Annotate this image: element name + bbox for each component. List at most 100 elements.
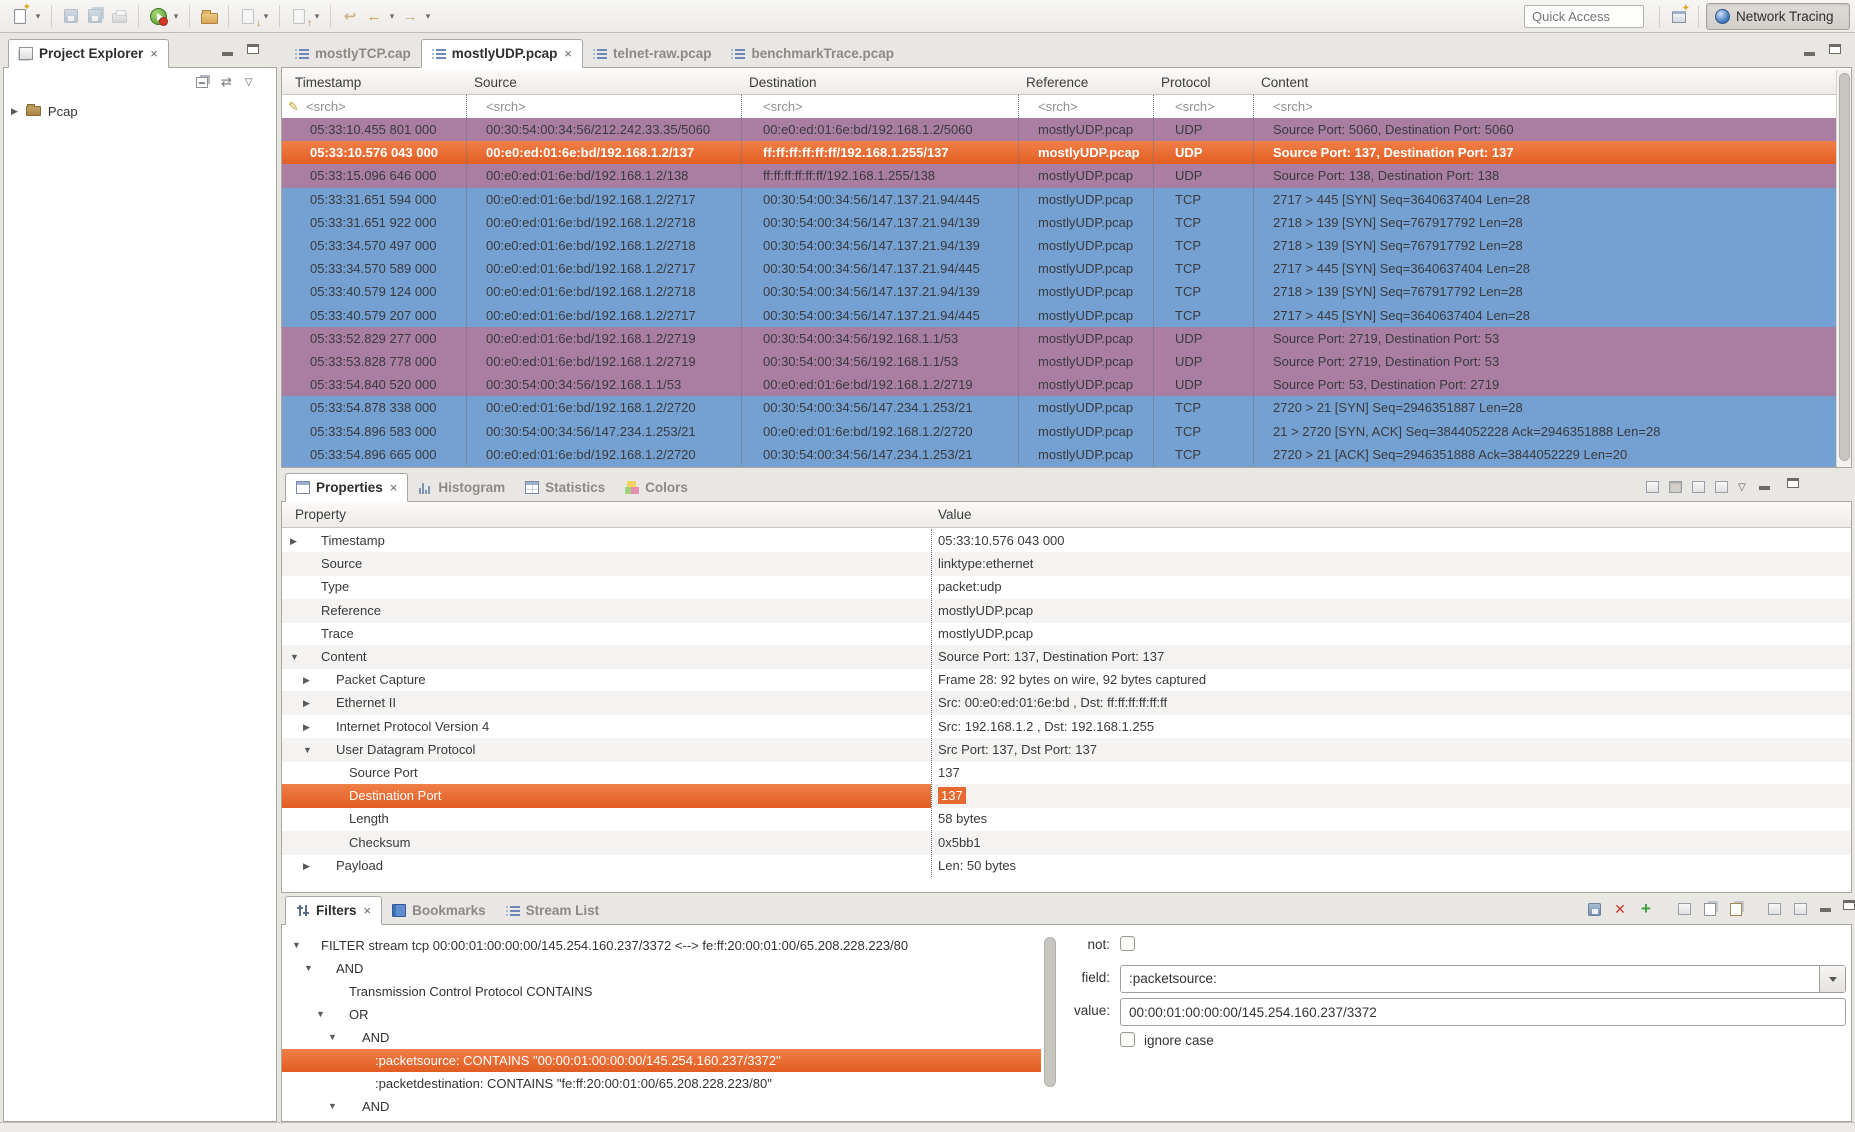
packet-row[interactable]: 05:33:40.579 124 00000:e0:ed:01:6e:bd/19… <box>282 280 1838 304</box>
packet-row[interactable]: 05:33:31.651 594 00000:e0:ed:01:6e:bd/19… <box>282 188 1838 212</box>
quick-access-input[interactable] <box>1524 5 1644 28</box>
packet-row[interactable]: 05:33:54.878 338 00000:e0:ed:01:6e:bd/19… <box>282 396 1838 420</box>
new-properties-view-icon[interactable] <box>1646 481 1659 493</box>
property-row[interactable]: Typepacket:udp <box>282 575 1851 599</box>
filter-input-reference[interactable]: <srch> <box>1038 95 1078 118</box>
packet-row[interactable]: 05:33:10.576 043 00000:e0:ed:01:6e:bd/19… <box>282 141 1838 165</box>
tab-mostlytcp-cap[interactable]: mostlyTCP.cap <box>285 39 421 68</box>
expand-arrow-icon[interactable]: ▶ <box>303 854 310 878</box>
tab-bookmarks[interactable]: Bookmarks <box>382 896 496 925</box>
packet-row[interactable]: 05:33:52.829 277 00000:e0:ed:01:6e:bd/19… <box>282 327 1838 351</box>
view-menu-icon[interactable]: ▽ <box>1738 482 1746 493</box>
print-button[interactable] <box>107 4 131 28</box>
save-filter-button[interactable] <box>1584 899 1604 919</box>
expand-arrow-icon[interactable]: ▼ <box>303 738 312 762</box>
filter-input-timestamp[interactable]: <srch> <box>306 95 346 118</box>
filter-input-source[interactable]: <srch> <box>486 95 526 118</box>
packet-row[interactable]: 05:33:54.840 520 00000:30:54:00:34:56/19… <box>282 373 1838 397</box>
property-row[interactable]: Checksum0x5bb1 <box>282 831 1851 855</box>
minimize-button[interactable] <box>1800 44 1818 62</box>
perspective-network-tracing-button[interactable]: Network Tracing <box>1706 3 1850 30</box>
minimize-button[interactable] <box>1756 478 1774 496</box>
new-wizard-button[interactable]: ✦ <box>8 4 32 28</box>
filter-input-content[interactable]: <srch> <box>1273 95 1313 118</box>
properties-header[interactable]: Property Value <box>282 502 1851 528</box>
paste-filter-button[interactable] <box>1726 899 1746 919</box>
ignore-case-checkbox[interactable] <box>1120 1032 1135 1047</box>
packet-row[interactable]: 05:33:53.828 778 00000:e0:ed:01:6e:bd/19… <box>282 350 1838 374</box>
expand-arrow-icon[interactable]: ▼ <box>316 1003 325 1026</box>
property-row[interactable]: ▶Timestamp05:33:10.576 043 000 <box>282 529 1851 553</box>
filter-tree-row[interactable]: :packetsource: CONTAINS "00:00:01:00:00:… <box>282 1049 1041 1072</box>
field-combo[interactable]: :packetsource: <box>1120 965 1846 993</box>
vertical-scrollbar[interactable] <box>1836 70 1851 467</box>
property-row[interactable]: Source Port137 <box>282 761 1851 785</box>
packet-row[interactable]: 05:33:34.570 589 00000:e0:ed:01:6e:bd/19… <box>282 257 1838 281</box>
column-header-reference[interactable]: Reference <box>1026 70 1088 95</box>
filter-tree-row[interactable]: ▼FILTER stream tcp 00:00:01:00:00:00/145… <box>282 934 1041 957</box>
expand-arrow-icon[interactable]: ▶ <box>303 691 310 715</box>
debug-dropdown[interactable]: ▾ <box>170 11 182 22</box>
minimize-button[interactable] <box>1816 900 1834 918</box>
property-row[interactable]: TracemostlyUDP.pcap <box>282 622 1851 646</box>
maximize-button[interactable] <box>1784 478 1802 496</box>
minimize-button[interactable] <box>218 44 236 62</box>
save-button[interactable] <box>59 4 83 28</box>
packet-row[interactable]: 05:33:10.455 801 00000:30:54:00:34:56/21… <box>282 118 1838 142</box>
import-dropdown[interactable]: ▾ <box>260 11 272 22</box>
delete-filter-button[interactable]: ✕ <box>1610 899 1630 919</box>
expand-arrow-icon[interactable]: ▶ <box>303 715 310 739</box>
expand-arrow-icon[interactable]: ▼ <box>328 1026 337 1049</box>
column-header-protocol[interactable]: Protocol <box>1161 70 1211 95</box>
close-icon[interactable]: × <box>364 903 372 918</box>
packet-table-filter-row[interactable]: ✎<srch><srch><srch><srch><srch><srch> <box>282 95 1838 118</box>
property-row[interactable]: ▼ContentSource Port: 137, Destination Po… <box>282 645 1851 669</box>
tree-item-pcap[interactable]: ▶ Pcap <box>4 100 276 122</box>
dock-view-button[interactable] <box>1790 899 1810 919</box>
filter-tree-row[interactable]: ▼OR <box>282 1003 1041 1026</box>
import-button[interactable]: ↓ <box>236 4 260 28</box>
scrollbar-thumb[interactable] <box>1839 73 1850 461</box>
detach-view-button[interactable] <box>1764 899 1784 919</box>
save-all-button[interactable] <box>83 4 107 28</box>
column-header-content[interactable]: Content <box>1261 70 1308 95</box>
property-row[interactable]: ▶Ethernet IISrc: 00:e0:ed:01:6e:bd , Dst… <box>282 691 1851 715</box>
packet-row[interactable]: 05:33:54.896 583 00000:30:54:00:34:56/14… <box>282 420 1838 444</box>
property-row[interactable]: ▶Internet Protocol Version 4Src: 192.168… <box>282 715 1851 739</box>
packet-table-header[interactable]: TimestampSourceDestinationReferenceProto… <box>282 70 1838 95</box>
tab-telnet-raw-pcap[interactable]: telnet-raw.pcap <box>583 39 722 68</box>
tab-histogram[interactable]: Histogram <box>408 473 515 502</box>
filter-tree-scrollbar[interactable] <box>1043 933 1059 1116</box>
tab-stream-list[interactable]: Stream List <box>496 896 610 925</box>
packet-row[interactable]: 05:33:34.570 497 00000:e0:ed:01:6e:bd/19… <box>282 234 1838 258</box>
property-row[interactable]: ▶PayloadLen: 50 bytes <box>282 854 1851 878</box>
filter-tree-row[interactable]: :packetdestination: CONTAINS "fe:ff:20:0… <box>282 1072 1041 1095</box>
expand-arrow-icon[interactable]: ▶ <box>11 107 18 116</box>
tab-properties[interactable]: Properties× <box>285 473 408 502</box>
forward-dropdown[interactable]: ▾ <box>422 11 434 22</box>
column-header-source[interactable]: Source <box>474 70 517 95</box>
property-row[interactable]: Destination Port137 <box>282 784 1851 808</box>
add-filter-button[interactable]: + <box>1636 899 1656 919</box>
property-row[interactable]: ReferencemostlyUDP.pcap <box>282 599 1851 623</box>
filter-tree-row[interactable]: ▼AND <box>282 1095 1041 1118</box>
not-checkbox[interactable] <box>1120 936 1135 951</box>
debug-button[interactable] <box>146 4 170 28</box>
tab-filters[interactable]: Filters× <box>285 896 382 925</box>
maximize-button[interactable] <box>1840 900 1855 918</box>
new-wizard-dropdown[interactable]: ▾ <box>32 11 44 22</box>
open-trace-button[interactable] <box>197 4 221 28</box>
filter-tree-row[interactable]: ▼AND <box>282 1026 1041 1049</box>
column-header-destination[interactable]: Destination <box>749 70 817 95</box>
open-perspective-button[interactable]: ✦ <box>1667 5 1691 29</box>
close-icon[interactable]: × <box>150 46 158 61</box>
show-tree-mode-icon[interactable] <box>1669 481 1682 493</box>
expand-arrow-icon[interactable]: ▶ <box>303 668 310 692</box>
back-dropdown[interactable]: ▾ <box>386 11 398 22</box>
expand-arrow-icon[interactable]: ▶ <box>290 529 297 553</box>
packet-row[interactable]: 05:33:31.651 922 00000:e0:ed:01:6e:bd/19… <box>282 211 1838 235</box>
filter-tree-row[interactable]: Transmission Control Protocol CONTAINS <box>282 980 1041 1003</box>
packet-row[interactable]: 05:33:15.096 646 00000:e0:ed:01:6e:bd/19… <box>282 164 1838 188</box>
property-row[interactable]: Length58 bytes <box>282 807 1851 831</box>
collapse-all-icon[interactable] <box>1715 481 1728 493</box>
